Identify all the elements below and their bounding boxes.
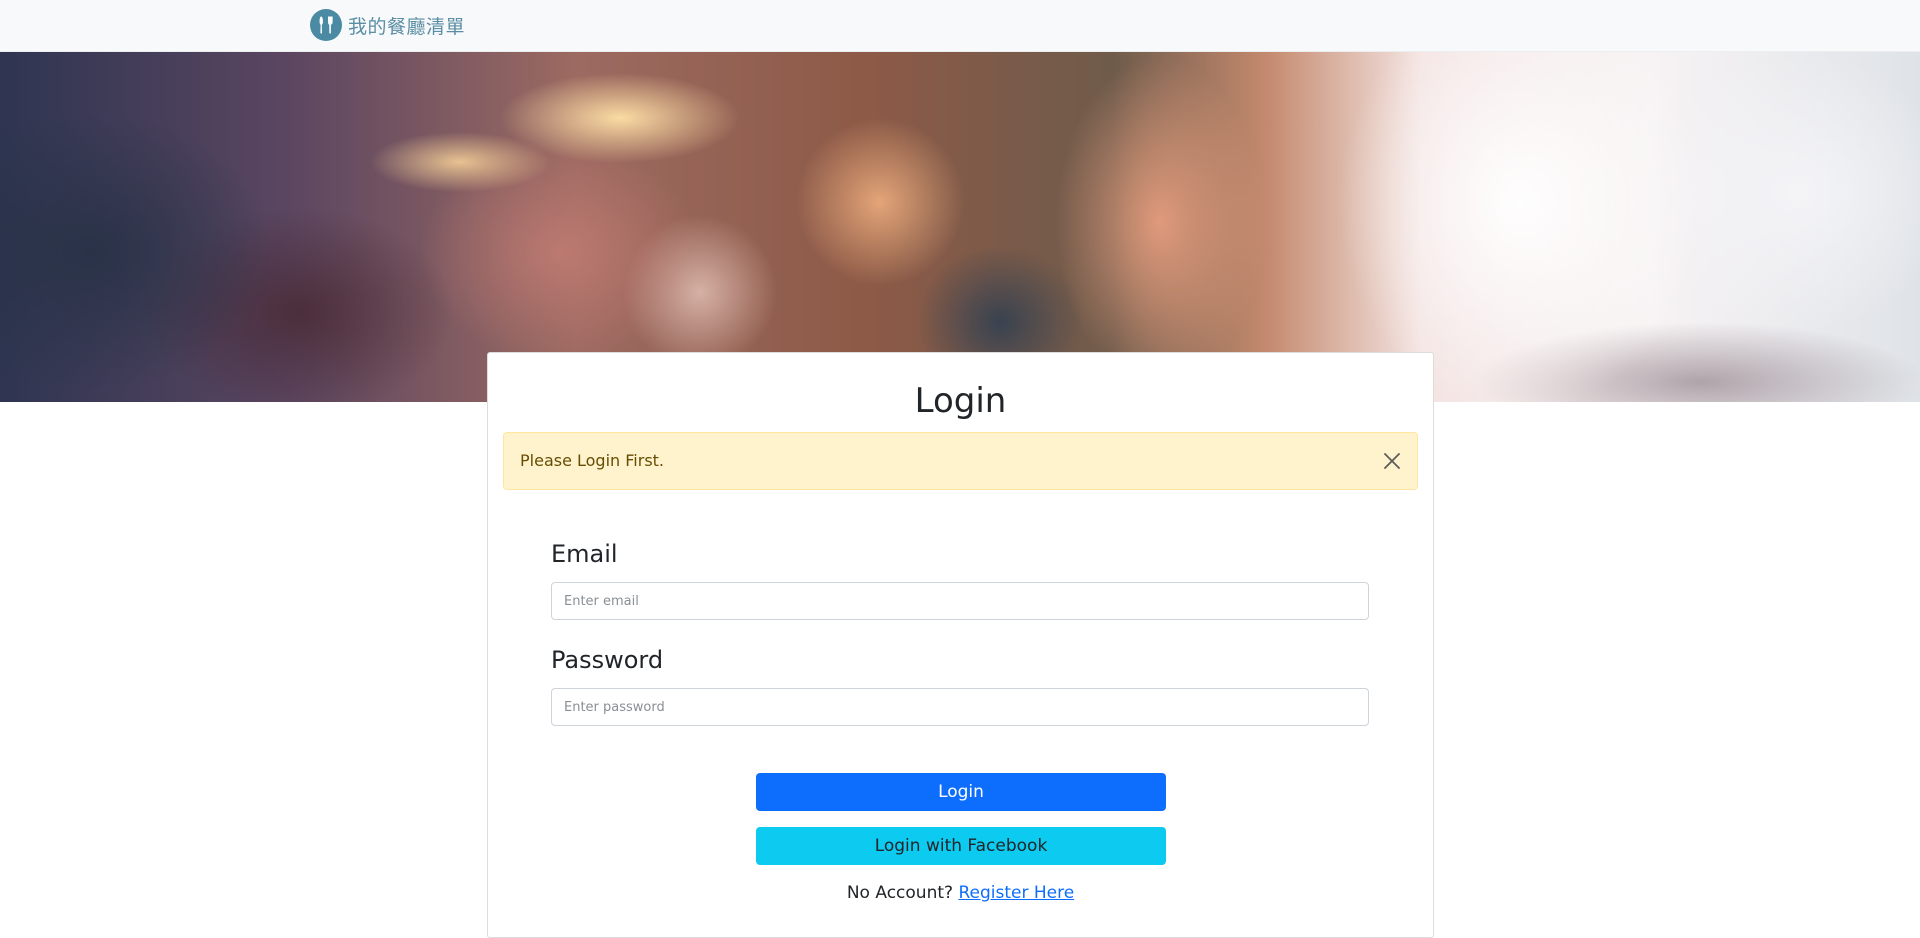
login-card: Login Please Login First. Email Password… [487, 352, 1434, 938]
password-label: Password [551, 646, 664, 674]
alert-message: Please Login First. [520, 451, 665, 470]
facebook-login-button[interactable]: Login with Facebook [756, 827, 1166, 865]
page-title: Login [914, 381, 1007, 421]
register-prompt: No Account? [846, 883, 954, 903]
close-icon[interactable] [1381, 450, 1403, 472]
brand-link[interactable]: 我的餐廳清單 [310, 9, 465, 41]
banner-image [0, 52, 1920, 402]
register-link[interactable]: Register Here [958, 883, 1074, 903]
email-field[interactable] [551, 582, 1369, 620]
register-prompt-line: No Account? Register Here [488, 883, 1433, 903]
password-field[interactable] [551, 688, 1369, 726]
login-button[interactable]: Login [756, 773, 1166, 811]
utensils-icon [310, 9, 342, 41]
email-label: Email [551, 540, 618, 568]
navbar: 我的餐廳清單 [0, 0, 1920, 52]
brand-title: 我的餐廳清單 [348, 15, 466, 38]
warning-alert: Please Login First. [503, 432, 1418, 490]
